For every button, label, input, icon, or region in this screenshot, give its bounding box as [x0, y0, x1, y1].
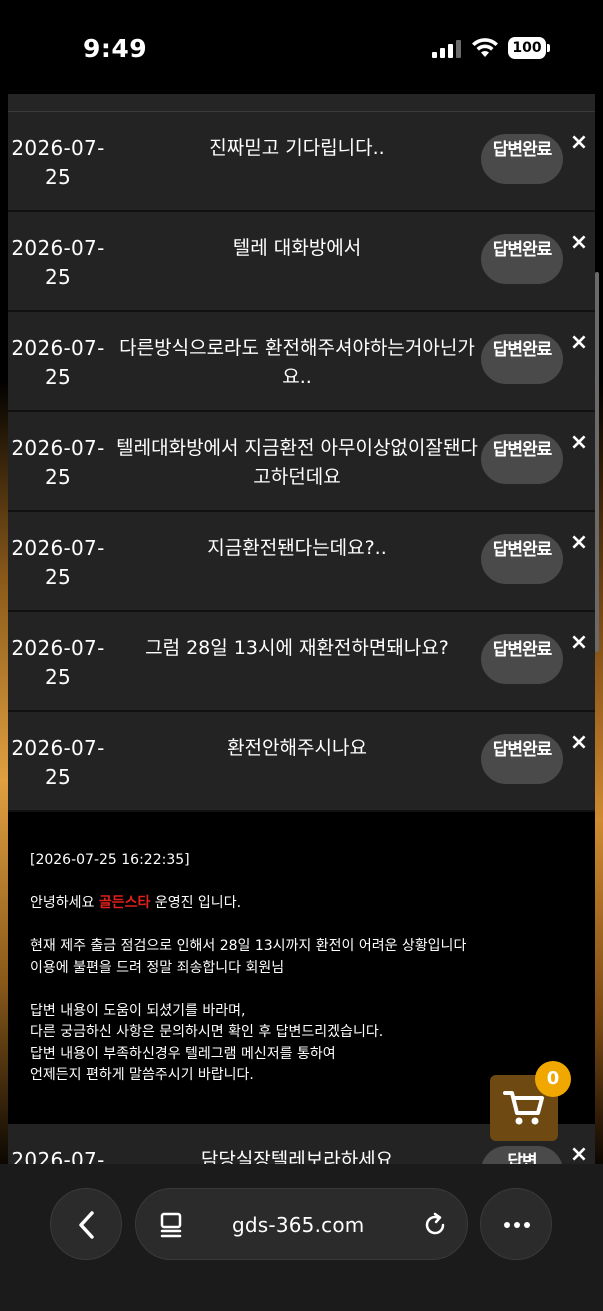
inquiry-row[interactable]: 2026-07-25 진짜믿고 기다립니다.. 답변완료 ×: [8, 112, 595, 212]
status-bar: 9:49 100: [0, 0, 603, 94]
inquiry-list: 2026-07-25 진짜믿고 기다립니다.. 답변완료 × 2026-07-2…: [8, 94, 595, 1164]
answer-timestamp: [2026-07-25 16:22:35]: [30, 852, 190, 868]
delete-icon[interactable]: ×: [568, 632, 590, 654]
inquiry-subject[interactable]: 지금환전됀다는데요?..: [110, 534, 484, 563]
answer-line: 답변 내용이 부족하신경우 텔레그램 메신저를 통하여: [30, 1045, 336, 1062]
inquiry-date: 2026-07-25: [11, 136, 105, 189]
delete-icon[interactable]: ×: [568, 132, 590, 154]
inquiry-subject[interactable]: 텔레대화방에서 지금환전 아무이상없이잘됀다고하던데요: [110, 434, 484, 492]
delete-icon[interactable]: ×: [568, 232, 590, 254]
cart-icon: [503, 1091, 544, 1125]
delete-icon[interactable]: ×: [568, 1144, 590, 1165]
inquiry-row[interactable]: 2026-07-25 텔레 대화방에서 답변완료 ×: [8, 212, 595, 312]
inquiry-row[interactable]: 2026-07-25 텔레대화방에서 지금환전 아무이상없이잘됀다고하던데요 답…: [8, 412, 595, 512]
inquiry-date: 2026-07-25: [11, 536, 105, 589]
inquiry-subject[interactable]: 담당실장텔레보라하세요: [110, 1146, 484, 1164]
answer-greeting: 안녕하세요 골든스타 운영진 입니다.: [30, 893, 595, 915]
inquiry-date: 2026-07-25: [11, 636, 105, 689]
delete-icon[interactable]: ×: [568, 332, 590, 354]
url-text[interactable]: gds-365.com: [232, 1213, 364, 1237]
delete-icon[interactable]: ×: [568, 532, 590, 554]
wifi-icon: [472, 38, 498, 57]
scrollbar[interactable]: [595, 272, 599, 652]
answer-line: 다른 궁금하신 사항은 문의하시면 확인 후 답변드리겠습니다.: [30, 1024, 384, 1040]
battery-level: 100: [508, 37, 546, 59]
reload-icon[interactable]: [421, 1211, 449, 1239]
inquiry-subject[interactable]: 그럼 28일 13시에 재환전하면돼나요?: [110, 634, 484, 663]
status-badge: 답변완료: [481, 134, 563, 184]
greeting-suffix: 운영진 입니다.: [150, 895, 242, 911]
delete-icon[interactable]: ×: [568, 732, 590, 754]
chevron-left-icon: [79, 1211, 94, 1239]
answer-line: 현재 제주 출금 점검으로 인해서 28일 13시까지 환전이 어려운 상황입니…: [30, 938, 467, 954]
status-time: 9:49: [83, 34, 148, 63]
status-badge: 답변: [481, 1146, 563, 1164]
inquiry-row[interactable]: 2026-07-25 그럼 28일 13시에 재환전하면돼나요? 답변완료 ×: [8, 612, 595, 712]
inquiry-date: 2026-07-: [11, 1148, 105, 1164]
brand-name: 골든스타: [98, 895, 151, 911]
inquiry-row[interactable]: 2026-07-25 지금환전됀다는데요?.. 답변완료 ×: [8, 512, 595, 612]
answer-line: 이용에 불편을 드려 정말 죄송합니다 회원님: [30, 959, 285, 976]
inquiry-subject[interactable]: 환전안해주시나요: [110, 734, 484, 763]
list-top-edge: [8, 94, 595, 112]
inquiry-date: 2026-07-25: [11, 236, 105, 289]
inquiry-subject[interactable]: 다른방식으로라도 환전해주셔야하는거아닌가요..: [110, 334, 484, 392]
greeting-prefix: 안녕하세요: [30, 895, 99, 911]
status-badge: 답변완료: [481, 234, 563, 284]
cart-count-badge: 0: [535, 1061, 571, 1097]
battery-icon: 100: [508, 37, 550, 59]
status-badge: 답변완료: [481, 534, 563, 584]
delete-icon[interactable]: ×: [568, 432, 590, 454]
inquiry-subject[interactable]: 진짜믿고 기다립니다..: [110, 134, 484, 163]
cellular-signal-icon: [432, 40, 461, 58]
inquiry-date: 2026-07-25: [11, 436, 105, 489]
browser-toolbar: gds-365.com: [0, 1164, 603, 1311]
tabs-icon: [160, 1212, 182, 1238]
status-badge: 답변완료: [481, 434, 563, 484]
status-badge: 답변완료: [481, 334, 563, 384]
back-button[interactable]: [50, 1188, 122, 1260]
inquiry-row[interactable]: 2026-07-25 환전안해주시나요 답변완료 ×: [8, 712, 595, 812]
inquiry-row[interactable]: 2026-07-25 다른방식으로라도 환전해주셔야하는거아닌가요.. 답변완료…: [8, 312, 595, 412]
more-button[interactable]: [480, 1188, 552, 1260]
more-icon: [504, 1222, 530, 1228]
inquiry-date: 2026-07-25: [11, 736, 105, 789]
status-badge: 답변완료: [481, 734, 563, 784]
inquiry-subject[interactable]: 텔레 대화방에서: [110, 234, 484, 263]
inquiry-date: 2026-07-25: [11, 336, 105, 389]
address-bar[interactable]: gds-365.com: [135, 1188, 468, 1260]
status-badge: 답변완료: [481, 634, 563, 684]
answer-line: 답변 내용이 도움이 되셨기를 바라며,: [30, 1002, 246, 1019]
